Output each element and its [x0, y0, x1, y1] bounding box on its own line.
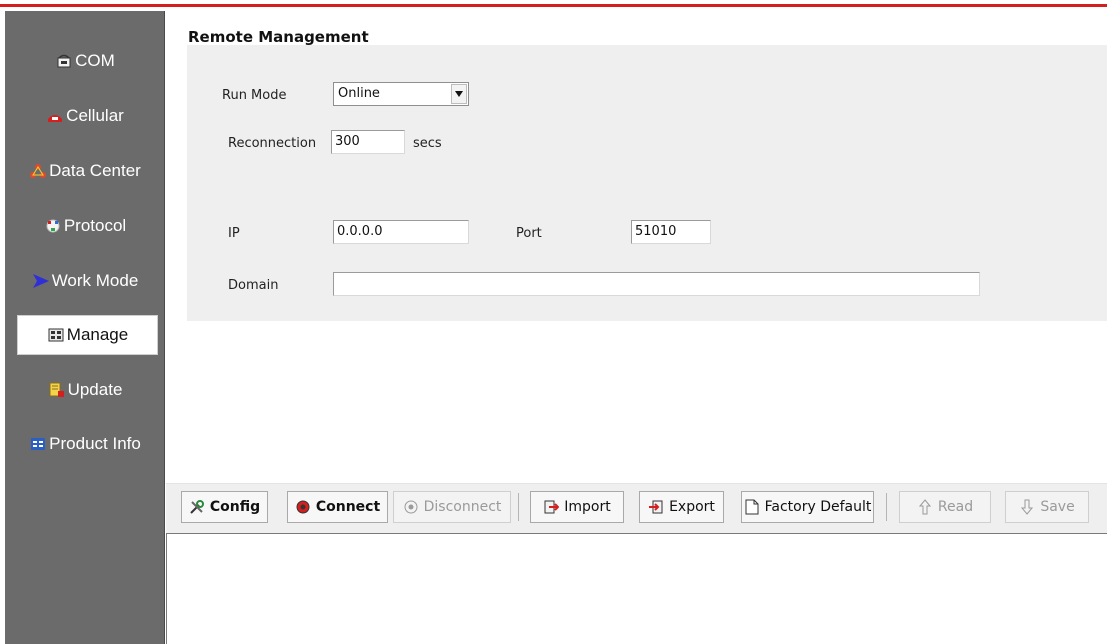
toolbar-divider: [886, 493, 887, 521]
port-input[interactable]: 51010: [631, 220, 711, 244]
domain-input[interactable]: [333, 272, 980, 296]
arrow-down-icon: [1019, 499, 1035, 515]
chevron-down-icon[interactable]: [451, 84, 467, 104]
export-button[interactable]: Export: [639, 491, 724, 523]
network-icon: [29, 162, 47, 180]
sidebar-item-label: Update: [67, 380, 123, 399]
sidebar-item-com[interactable]: COM: [5, 41, 165, 81]
arrow-up-icon: [917, 499, 933, 515]
disconnect-icon: [403, 499, 419, 515]
phone-icon: [55, 52, 73, 70]
arrow-icon: [32, 272, 50, 290]
sidebar-item-label: Cellular: [66, 106, 124, 125]
sidebar-item-work-mode[interactable]: Work Mode: [5, 261, 165, 301]
export-label: Export: [669, 499, 715, 515]
sidebar: COM Cellular Data Center Protocol Work M…: [5, 11, 165, 644]
sidebar-item-label: Protocol: [63, 216, 127, 235]
sidebar-item-label: Work Mode: [51, 271, 139, 290]
sidebar-item-protocol[interactable]: Protocol: [5, 206, 165, 246]
ip-input[interactable]: 0.0.0.0: [333, 220, 469, 244]
config-label: Config: [209, 499, 261, 515]
reconnection-label: Reconnection: [228, 136, 317, 151]
sidebar-item-label: Data Center: [49, 161, 141, 180]
sidebar-item-update[interactable]: Update: [5, 370, 165, 410]
sidebar-item-manage[interactable]: Manage: [17, 315, 158, 355]
read-button[interactable]: Read: [899, 491, 991, 523]
manage-icon: [47, 326, 65, 344]
top-accent-bar: [0, 0, 1107, 8]
factory-default-label: Factory Default: [764, 499, 872, 515]
config-button[interactable]: Config: [181, 491, 268, 523]
page-title: Remote Management: [188, 28, 369, 46]
connect-button[interactable]: Connect: [287, 491, 388, 523]
read-label: Read: [937, 499, 974, 515]
sidebar-item-cellular[interactable]: Cellular: [5, 96, 165, 136]
sidebar-item-label: Manage: [66, 325, 129, 344]
sidebar-item-product-info[interactable]: Product Info: [5, 424, 165, 464]
document-icon: [744, 499, 760, 515]
settings-panel: Run Mode Online Reconnection 300 secs IP…: [187, 45, 1107, 321]
run-mode-label: Run Mode: [222, 88, 287, 103]
save-label: Save: [1040, 499, 1075, 515]
sidebar-item-data-center[interactable]: Data Center: [5, 151, 165, 191]
import-label: Import: [564, 499, 611, 515]
connect-label: Connect: [315, 499, 381, 515]
reconnection-input[interactable]: 300: [331, 130, 405, 154]
tools-icon: [189, 499, 205, 515]
update-icon: [48, 381, 66, 399]
cellular-icon: [46, 107, 64, 125]
reconnection-unit: secs: [413, 136, 442, 151]
port-label: Port: [516, 226, 542, 241]
import-icon: [543, 499, 560, 515]
info-icon: [29, 435, 47, 453]
sidebar-item-label: COM: [75, 51, 115, 70]
disconnect-label: Disconnect: [423, 499, 502, 515]
red-accent-line: [0, 4, 1107, 7]
export-icon: [648, 499, 664, 515]
save-button[interactable]: Save: [1005, 491, 1089, 523]
domain-label: Domain: [228, 278, 279, 293]
disconnect-button[interactable]: Disconnect: [393, 491, 511, 523]
protocol-icon: [44, 217, 62, 235]
factory-default-button[interactable]: Factory Default: [741, 491, 874, 523]
run-mode-select[interactable]: Online: [333, 82, 469, 106]
run-mode-value: Online: [338, 86, 380, 101]
import-button[interactable]: Import: [530, 491, 624, 523]
connect-icon: [295, 499, 311, 515]
log-output-area[interactable]: [166, 533, 1107, 644]
sidebar-item-label: Product Info: [49, 434, 141, 453]
action-toolbar: Config Connect Disconnect Import Export …: [166, 483, 1107, 533]
ip-label: IP: [228, 226, 240, 241]
toolbar-divider: [518, 493, 519, 521]
